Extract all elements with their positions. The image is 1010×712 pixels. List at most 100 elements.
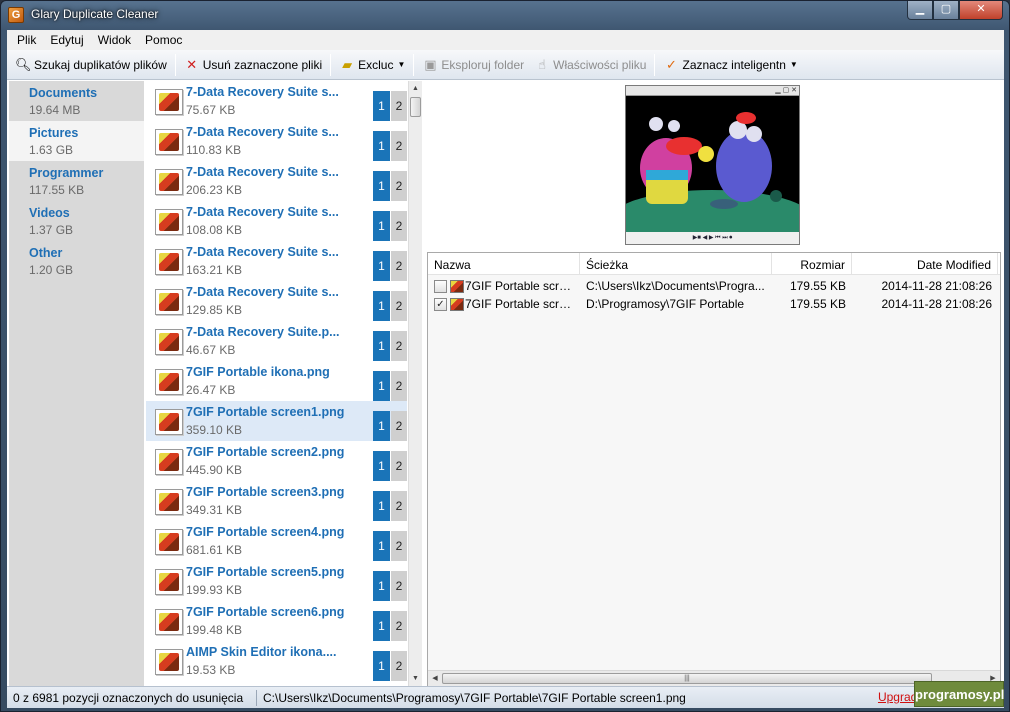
search-duplicates-button[interactable]: 🔍︎ Szukaj duplikatów plików	[10, 53, 172, 77]
column-header-date[interactable]: Date Modified	[852, 253, 998, 275]
smart-select-button[interactable]: ✓ Zaznacz inteligentn ▼	[658, 53, 802, 77]
file-list-scrollbar[interactable]: ▲ ▼	[408, 81, 422, 687]
file-row[interactable]: 7-Data Recovery Suite s... 75.67 KB 1 2	[146, 81, 407, 121]
scroll-down-icon[interactable]: ▼	[409, 672, 422, 686]
image-thumbnail-icon	[155, 369, 183, 395]
copy-count-badge[interactable]: 1	[373, 571, 390, 601]
menu-plik[interactable]: Plik	[11, 30, 42, 50]
copy-count-badge[interactable]: 2	[391, 251, 407, 281]
table-header: Nazwa Ścieżka Rozmiar Date Modified	[428, 253, 1000, 275]
copy-count-badge[interactable]: 2	[391, 291, 407, 321]
category-name: Other	[29, 246, 63, 260]
file-row[interactable]: 7-Data Recovery Suite s... 129.85 KB 1 2	[146, 281, 407, 321]
file-row[interactable]: 7-Data Recovery Suite s... 206.23 KB 1 2	[146, 161, 407, 201]
copy-count-badge[interactable]: 1	[373, 371, 390, 401]
file-row[interactable]: 7GIF Portable screen5.png 199.93 KB 1 2	[146, 561, 407, 601]
image-thumbnail-icon	[155, 249, 183, 275]
copy-count-badge[interactable]: 1	[373, 651, 390, 681]
delete-selected-button[interactable]: ✕ Usuń zaznaczone pliki	[179, 53, 327, 77]
scrollbar-thumb[interactable]: |||	[442, 673, 932, 684]
column-header-size[interactable]: Rozmiar	[772, 253, 852, 275]
copy-count-badge[interactable]: 1	[373, 251, 390, 281]
category-documents[interactable]: Documents 19.64 MB	[9, 81, 144, 121]
copy-count-badge[interactable]: 1	[373, 331, 390, 361]
file-size: 163.21 KB	[186, 263, 243, 277]
scroll-left-icon[interactable]: ◀	[429, 672, 441, 686]
delete-selected-label: Usuń zaznaczone pliki	[202, 57, 323, 72]
file-name: 7GIF Portable ikona.png	[186, 365, 330, 379]
file-name: 7-Data Recovery Suite.p...	[186, 325, 340, 339]
copy-count-badge[interactable]: 2	[391, 371, 407, 401]
file-name: AIMP Skin Editor ikona....	[186, 645, 337, 659]
copy-count-badge[interactable]: 2	[391, 331, 407, 361]
close-button[interactable]: ✕	[959, 1, 1003, 20]
copy-count-badge[interactable]: 2	[391, 491, 407, 521]
image-thumbnail-icon	[155, 89, 183, 115]
file-name: 7GIF Portable screen6.png	[186, 605, 345, 619]
copy-count-badge[interactable]: 1	[373, 131, 390, 161]
maximize-button[interactable]: ▢	[933, 1, 959, 20]
menu-widok[interactable]: Widok	[92, 30, 137, 50]
category-programmer[interactable]: Programmer 117.55 KB	[9, 161, 144, 201]
copy-count-badge[interactable]: 1	[373, 91, 390, 121]
copy-count-badge[interactable]: 2	[391, 531, 407, 561]
copy-count-badge[interactable]: 2	[391, 211, 407, 241]
chevron-down-icon[interactable]: ▼	[790, 60, 798, 69]
image-thumbnail-icon	[155, 449, 183, 475]
file-row[interactable]: 7-Data Recovery Suite s... 108.08 KB 1 2	[146, 201, 407, 241]
menu-edytuj[interactable]: Edytuj	[44, 30, 89, 50]
file-row[interactable]: 7-Data Recovery Suite s... 110.83 KB 1 2	[146, 121, 407, 161]
copy-count-badge[interactable]: 2	[391, 411, 407, 441]
file-row[interactable]: 7-Data Recovery Suite s... 163.21 KB 1 2	[146, 241, 407, 281]
copy-count-badge[interactable]: 2	[391, 91, 407, 121]
file-name: 7-Data Recovery Suite s...	[186, 205, 339, 219]
client-area: Plik Edytuj Widok Pomoc 🔍︎ Szukaj duplik…	[7, 30, 1004, 708]
category-sidebar: Documents 19.64 MB Pictures 1.63 GB Prog…	[9, 81, 144, 687]
image-thumbnail-icon	[155, 409, 183, 435]
copy-count-badge[interactable]: 2	[391, 131, 407, 161]
copy-count-badge[interactable]: 2	[391, 611, 407, 641]
explore-folder-button[interactable]: ▣ Eksploruj folder	[417, 53, 529, 77]
chevron-down-icon[interactable]: ▼	[397, 60, 405, 69]
table-row[interactable]: 7GIF Portable scre... C:\Users\Ikz\Docum…	[428, 277, 1000, 295]
category-videos[interactable]: Videos 1.37 GB	[9, 201, 144, 241]
scrollbar-thumb[interactable]	[410, 97, 421, 117]
scroll-up-icon[interactable]: ▲	[409, 82, 422, 96]
row-checkbox[interactable]	[434, 279, 447, 293]
title-bar[interactable]: G Glary Duplicate Cleaner ▁ ▢ ✕	[1, 1, 1009, 29]
file-properties-button[interactable]: ☝︎ Właściwości pliku	[529, 53, 651, 77]
copy-count-badge[interactable]: 1	[373, 291, 390, 321]
copy-count-badge[interactable]: 1	[373, 211, 390, 241]
copy-count-badge[interactable]: 1	[373, 411, 390, 441]
row-checkbox[interactable]: ✓	[434, 297, 447, 311]
menu-pomoc[interactable]: Pomoc	[139, 30, 188, 50]
file-row-selected[interactable]: 7GIF Portable screen1.png 359.10 KB 1 2	[146, 401, 407, 441]
minimize-button[interactable]: ▁	[907, 1, 933, 20]
category-pictures[interactable]: Pictures 1.63 GB	[9, 121, 144, 161]
table-cell-size: 179.55 KB	[789, 297, 846, 311]
file-row[interactable]: 7GIF Portable ikona.png 26.47 KB 1 2	[146, 361, 407, 401]
image-thumbnail-icon	[155, 289, 183, 315]
copy-count-badge[interactable]: 2	[391, 451, 407, 481]
copy-count-badge[interactable]: 2	[391, 171, 407, 201]
file-row[interactable]: 7GIF Portable screen6.png 199.48 KB 1 2	[146, 601, 407, 641]
file-row[interactable]: 7GIF Portable screen2.png 445.90 KB 1 2	[146, 441, 407, 481]
copy-count-badge[interactable]: 2	[391, 651, 407, 681]
file-row[interactable]: 7-Data Recovery Suite.p... 46.67 KB 1 2	[146, 321, 407, 361]
table-row[interactable]: ✓ 7GIF Portable scre... D:\Programosy\7G…	[428, 295, 1000, 313]
copy-count-badge[interactable]: 2	[391, 571, 407, 601]
category-other[interactable]: Other 1.20 GB	[9, 241, 144, 281]
column-header-path[interactable]: Ścieżka	[580, 253, 772, 275]
duplicate-details-table: Nazwa Ścieżka Rozmiar Date Modified 7GIF…	[427, 252, 1001, 687]
file-name: 7GIF Portable screen4.png	[186, 525, 345, 539]
column-header-name[interactable]: Nazwa	[428, 253, 580, 275]
copy-count-badge[interactable]: 1	[373, 611, 390, 641]
file-row[interactable]: AIMP Skin Editor ikona.... 19.53 KB 1 2	[146, 641, 407, 681]
exclude-button[interactable]: ▰ Excluc ▼	[334, 53, 410, 77]
copy-count-badge[interactable]: 1	[373, 451, 390, 481]
copy-count-badge[interactable]: 1	[373, 171, 390, 201]
copy-count-badge[interactable]: 1	[373, 531, 390, 561]
copy-count-badge[interactable]: 1	[373, 491, 390, 521]
file-row[interactable]: 7GIF Portable screen4.png 681.61 KB 1 2	[146, 521, 407, 561]
file-row[interactable]: 7GIF Portable screen3.png 349.31 KB 1 2	[146, 481, 407, 521]
